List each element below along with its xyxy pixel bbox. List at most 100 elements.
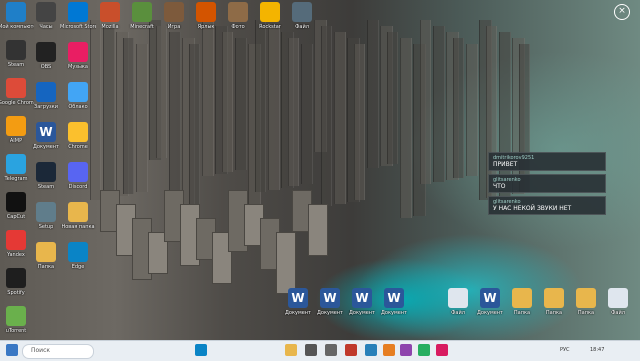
word-icon: W xyxy=(36,122,56,142)
basalt-column xyxy=(222,32,233,172)
explorer-icon[interactable] xyxy=(285,344,297,356)
obs-icon xyxy=(36,42,56,62)
desktop-icon[interactable]: Папка xyxy=(504,288,540,330)
desktop-icon-label: Discord xyxy=(68,184,88,190)
desktop-icon-label: Microsoft Store xyxy=(60,24,96,30)
desktop-icon-label: Rockstar xyxy=(259,24,281,30)
basalt-column xyxy=(387,32,398,164)
desktop-icon[interactable]: Файл xyxy=(284,2,320,44)
desktop-icon[interactable]: Загрузки xyxy=(28,82,64,124)
close-icon[interactable]: × xyxy=(614,4,630,20)
desktop-icon[interactable]: W Документ xyxy=(312,288,348,330)
desktop-icon[interactable]: Microsoft Store xyxy=(60,2,96,44)
discord-icon xyxy=(68,162,88,182)
chat-message: glitsarenko ЧТО xyxy=(488,174,606,193)
basalt-column xyxy=(136,44,148,192)
desktop-icon-label: Музыка xyxy=(68,64,88,70)
desktop-icon-label: Файл xyxy=(611,310,625,316)
word-icon: W xyxy=(384,288,404,308)
desktop-icon-label: Документ xyxy=(477,310,503,316)
desktop-icon-label: Фото xyxy=(231,24,245,30)
basalt-column xyxy=(466,44,478,176)
desktop-icon-label: Setup xyxy=(38,224,54,230)
chat-message: dmitrikorov9251 ПРИВЕТ xyxy=(488,152,606,171)
desktop-icon[interactable]: Файл xyxy=(600,288,636,330)
word-icon: W xyxy=(480,288,500,308)
widgets-icon[interactable] xyxy=(6,344,18,356)
desktop-icon-label: Файл xyxy=(451,310,465,316)
chat-text: ПРИВЕТ xyxy=(493,161,518,168)
desktop-icon-label: Папка xyxy=(513,310,531,316)
language-indicator[interactable]: РУС xyxy=(560,347,570,353)
desktop-icon[interactable]: Steam xyxy=(28,162,64,204)
app-icon[interactable] xyxy=(325,344,337,356)
folder-icon xyxy=(36,242,56,262)
desktop-icon[interactable]: W Документ xyxy=(28,122,64,164)
clock[interactable]: 18:47 xyxy=(590,347,604,353)
chat-overlay: dmitrikorov9251 ПРИВЕТ glitsarenko ЧТО glits… xyxy=(488,152,606,218)
app-icon xyxy=(228,2,248,22)
desktop-icon[interactable]: W Документ xyxy=(344,288,380,330)
folder-icon xyxy=(576,288,596,308)
desktop-icon[interactable]: Rockstar xyxy=(252,2,288,44)
desktop-icon[interactable]: Папка xyxy=(28,242,64,284)
start-icon[interactable] xyxy=(195,344,207,356)
basalt-step xyxy=(308,204,328,256)
app-icon[interactable] xyxy=(383,344,395,356)
basalt-column xyxy=(301,44,313,184)
basalt-column xyxy=(123,38,134,194)
search-placeholder: Поиск xyxy=(31,347,51,354)
desktop-icon[interactable]: Новая папка xyxy=(60,202,96,244)
desktop-icon[interactable]: Файл xyxy=(440,288,476,330)
desktop-icon[interactable]: Облако xyxy=(60,82,96,124)
desktop-icon[interactable]: Discord xyxy=(60,162,96,204)
desktop-icon[interactable]: Папка xyxy=(536,288,572,330)
desktop-icon[interactable]: Фото xyxy=(220,2,256,44)
desktop-icon[interactable]: Папка xyxy=(568,288,604,330)
app-icon[interactable] xyxy=(345,344,357,356)
desktop-icon[interactable]: W Документ xyxy=(472,288,508,330)
desktop-icon[interactable]: Chrome xyxy=(60,122,96,164)
app-icon[interactable] xyxy=(365,344,377,356)
desktop-icon[interactable]: W Документ xyxy=(376,288,412,330)
file-icon xyxy=(448,288,468,308)
desktop-icon[interactable]: Mozilla xyxy=(92,2,128,44)
desktop-icon-label: Edge xyxy=(71,264,85,270)
telegram-icon xyxy=(6,154,26,174)
app-icon[interactable] xyxy=(436,344,448,356)
desktop-icon-label: Minecraft xyxy=(130,24,154,30)
basalt-column xyxy=(288,38,299,186)
basalt-column xyxy=(235,38,247,170)
desktop-icon-label: Mozilla xyxy=(101,24,119,30)
search-box[interactable]: Поиск xyxy=(22,344,94,359)
word-icon: W xyxy=(320,288,340,308)
app-icon xyxy=(164,2,184,22)
basalt-column xyxy=(255,20,266,192)
folder-icon xyxy=(68,202,88,222)
desktop-icon[interactable]: OBS xyxy=(28,42,64,84)
desktop-icon-label: Ярлык xyxy=(197,24,215,30)
desktop-icon[interactable]: Minecraft xyxy=(124,2,160,44)
app-icon xyxy=(132,2,152,22)
desktop-icon-label: Игра xyxy=(167,24,181,30)
desktop-icon[interactable]: Игра xyxy=(156,2,192,44)
desktop-icon-label: Документ xyxy=(349,310,375,316)
desktop-icon-label: Папка xyxy=(545,310,563,316)
desktop-icon[interactable]: Ярлык xyxy=(188,2,224,44)
taskview-icon[interactable] xyxy=(305,344,317,356)
desktop-icon[interactable]: Edge xyxy=(60,242,96,284)
basalt-column xyxy=(189,44,200,208)
desktop-icon[interactable]: Часы xyxy=(28,2,64,44)
desktop-icon[interactable]: Setup xyxy=(28,202,64,244)
desktop-icon[interactable]: W Документ xyxy=(280,288,316,330)
folder-icon xyxy=(512,288,532,308)
monitor-icon xyxy=(6,2,26,22)
aimp-icon xyxy=(6,116,26,136)
desktop-icon-label: Документ xyxy=(285,310,311,316)
app-icon[interactable] xyxy=(418,344,430,356)
clock-icon xyxy=(36,2,56,22)
app-icon[interactable] xyxy=(400,344,412,356)
capcut-icon xyxy=(6,192,26,212)
desktop-icon-label: Chrome xyxy=(68,144,88,150)
desktop-icon[interactable]: Музыка xyxy=(60,42,96,84)
